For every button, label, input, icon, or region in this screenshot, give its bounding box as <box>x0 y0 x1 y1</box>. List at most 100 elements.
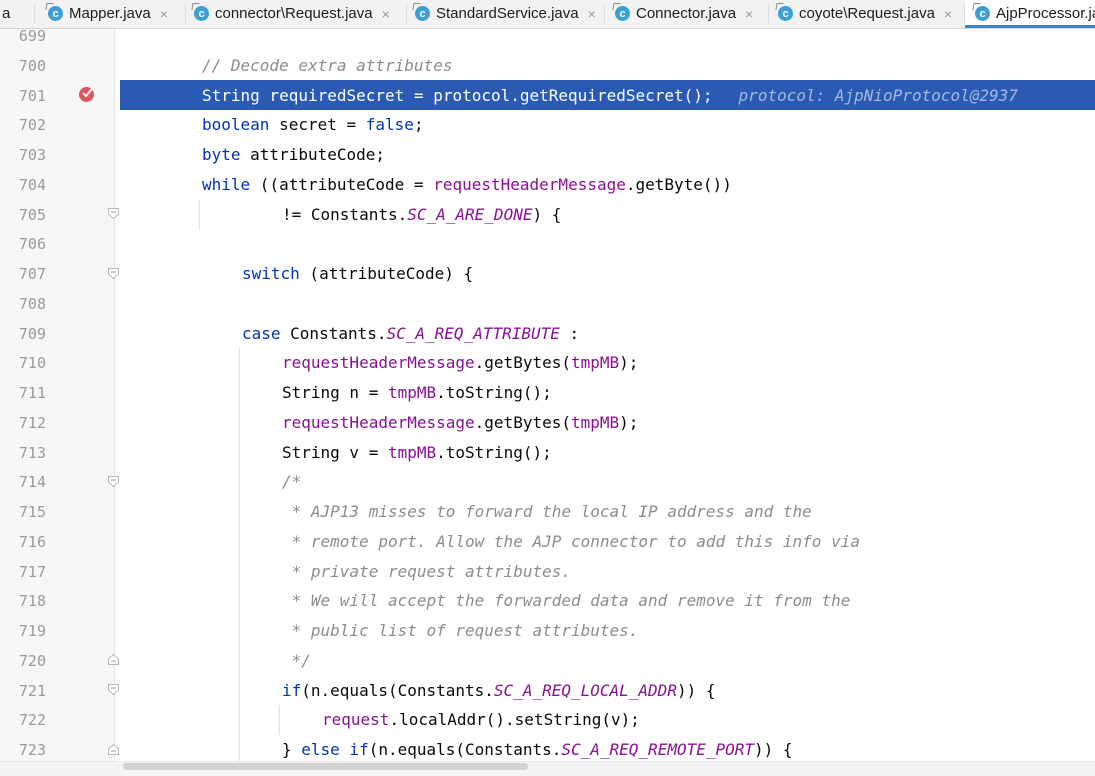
tab-ajpprocessor-java[interactable]: c AjpProcessor.ja <box>965 0 1095 28</box>
tab-label: AjpProcessor.ja <box>996 5 1095 22</box>
code-line: if(n.equals(Constants.SC_A_REQ_LOCAL_ADD… <box>282 681 715 701</box>
line-number: 704 <box>18 176 46 194</box>
code-token: ); <box>619 353 639 372</box>
line-number: 719 <box>18 622 46 640</box>
code-token: * remote port. Allow the AJP connector t… <box>282 532 860 551</box>
code-token: * AJP13 misses to forward the local IP a… <box>282 502 812 521</box>
code-token: ((attributeCode = <box>250 175 434 194</box>
java-class-icon: c <box>415 6 430 21</box>
indent-guide <box>279 705 280 735</box>
tab-partial-left[interactable]: a <box>2 0 10 27</box>
fold-icon[interactable] <box>108 476 119 487</box>
code-line: * private request attributes. <box>282 562 571 582</box>
tab-mapper-java[interactable]: c Mapper.java × <box>48 0 168 27</box>
tab-label: coyote\Request.java <box>799 5 935 22</box>
code-token: (attributeCode) { <box>299 264 474 283</box>
code-token: /* <box>282 472 302 491</box>
code-token: * We will accept the forwarded data and … <box>282 591 851 610</box>
code-token: request <box>322 710 390 729</box>
tab-label: Mapper.java <box>69 5 151 22</box>
code-token: requestHeaderMessage <box>282 413 475 432</box>
code-line: * We will accept the forwarded data and … <box>282 591 851 611</box>
code-token: .toString(); <box>436 443 552 462</box>
tab-separator <box>604 4 605 24</box>
code-line: * public list of request attributes. <box>282 621 639 641</box>
line-number: 717 <box>18 563 46 581</box>
code-token: )) { <box>754 740 793 759</box>
code-token: } <box>282 740 302 759</box>
close-icon[interactable]: × <box>745 6 753 22</box>
code-line: /* <box>282 472 301 492</box>
close-icon[interactable]: × <box>944 6 952 22</box>
breakpoint-icon[interactable] <box>79 87 94 102</box>
code-line: * AJP13 misses to forward the local IP a… <box>282 502 812 522</box>
code-line: // Decode extra attributes <box>202 56 452 76</box>
tab-label: StandardService.java <box>436 5 579 22</box>
close-icon[interactable]: × <box>160 6 168 22</box>
fold-end-icon[interactable] <box>108 744 119 755</box>
code-token: */ <box>282 651 311 670</box>
code-line: boolean secret = false; <box>202 115 424 135</box>
code-token: tmpMB <box>570 353 620 372</box>
line-number: 722 <box>18 711 46 729</box>
tab-label: a <box>2 5 11 22</box>
indent-guide <box>239 348 240 761</box>
close-icon[interactable]: × <box>588 6 596 22</box>
line-number: 718 <box>18 592 46 610</box>
tab-separator <box>406 4 407 24</box>
code-token: SC_A_REQ_REMOTE_PORT <box>561 740 755 759</box>
tab-coyote-request-java[interactable]: c coyote\Request.java × <box>778 0 952 27</box>
line-number: 712 <box>18 414 46 432</box>
code-token: if <box>282 681 302 700</box>
line-number: 716 <box>18 533 46 551</box>
code-line: switch (attributeCode) { <box>242 264 473 284</box>
fold-end-icon[interactable] <box>108 654 119 665</box>
java-class-icon: c <box>975 6 990 21</box>
tab-label: connector\Request.java <box>215 5 373 22</box>
line-number: 713 <box>18 444 46 462</box>
line-number: 710 <box>18 354 46 372</box>
fold-icon[interactable] <box>108 268 119 279</box>
code-token: ; <box>413 115 424 134</box>
line-number: 702 <box>18 116 46 134</box>
gutter-divider <box>114 29 115 761</box>
close-icon[interactable]: × <box>382 6 390 22</box>
code-token: * private request attributes. <box>282 562 571 581</box>
code-token: byte <box>202 145 241 164</box>
line-number: 699 <box>18 27 46 45</box>
line-number: 709 <box>18 325 46 343</box>
code-token: else if <box>301 740 369 759</box>
tab-separator <box>185 4 186 24</box>
code-line: request.localAddr().setString(v); <box>322 710 640 730</box>
code-line: case Constants.SC_A_REQ_ATTRIBUTE : <box>242 324 579 344</box>
code-line: != Constants.SC_A_ARE_DONE) { <box>282 205 561 225</box>
code-token: SC_A_REQ_ATTRIBUTE <box>386 324 560 343</box>
code-token: switch <box>242 264 300 283</box>
code-token: .localAddr().setString(v); <box>389 710 640 729</box>
code-line: requestHeaderMessage.getBytes(tmpMB); <box>282 353 638 373</box>
code-token: .toString(); <box>436 383 552 402</box>
line-number: 715 <box>18 503 46 521</box>
code-token: String requiredSecret = protocol.getRequ… <box>202 86 713 105</box>
fold-icon[interactable] <box>108 208 119 219</box>
code-token: tmpMB <box>387 383 437 402</box>
line-number: 700 <box>18 57 46 75</box>
line-number: 706 <box>18 235 46 253</box>
java-class-icon: c <box>615 6 630 21</box>
code-token: String v = <box>282 443 388 462</box>
fold-icon[interactable] <box>108 684 119 695</box>
code-token: ) { <box>532 205 562 224</box>
line-number: 720 <box>18 652 46 670</box>
code-token: )) { <box>676 681 716 700</box>
horizontal-scrollbar-thumb[interactable] <box>123 763 528 770</box>
code-token: tmpMB <box>570 413 620 432</box>
tab-label: Connector.java <box>636 5 737 22</box>
code-line: String n = tmpMB.toString(); <box>282 383 552 403</box>
tab-connector-java[interactable]: c Connector.java × <box>615 0 753 27</box>
code-token: String n = <box>282 383 388 402</box>
tab-connector-request-java[interactable]: c connector\Request.java × <box>194 0 390 27</box>
code-token: ); <box>619 413 639 432</box>
code-token: != Constants. <box>282 205 408 224</box>
tab-standardservice-java[interactable]: c StandardService.java × <box>415 0 596 27</box>
line-number: 705 <box>18 206 46 224</box>
